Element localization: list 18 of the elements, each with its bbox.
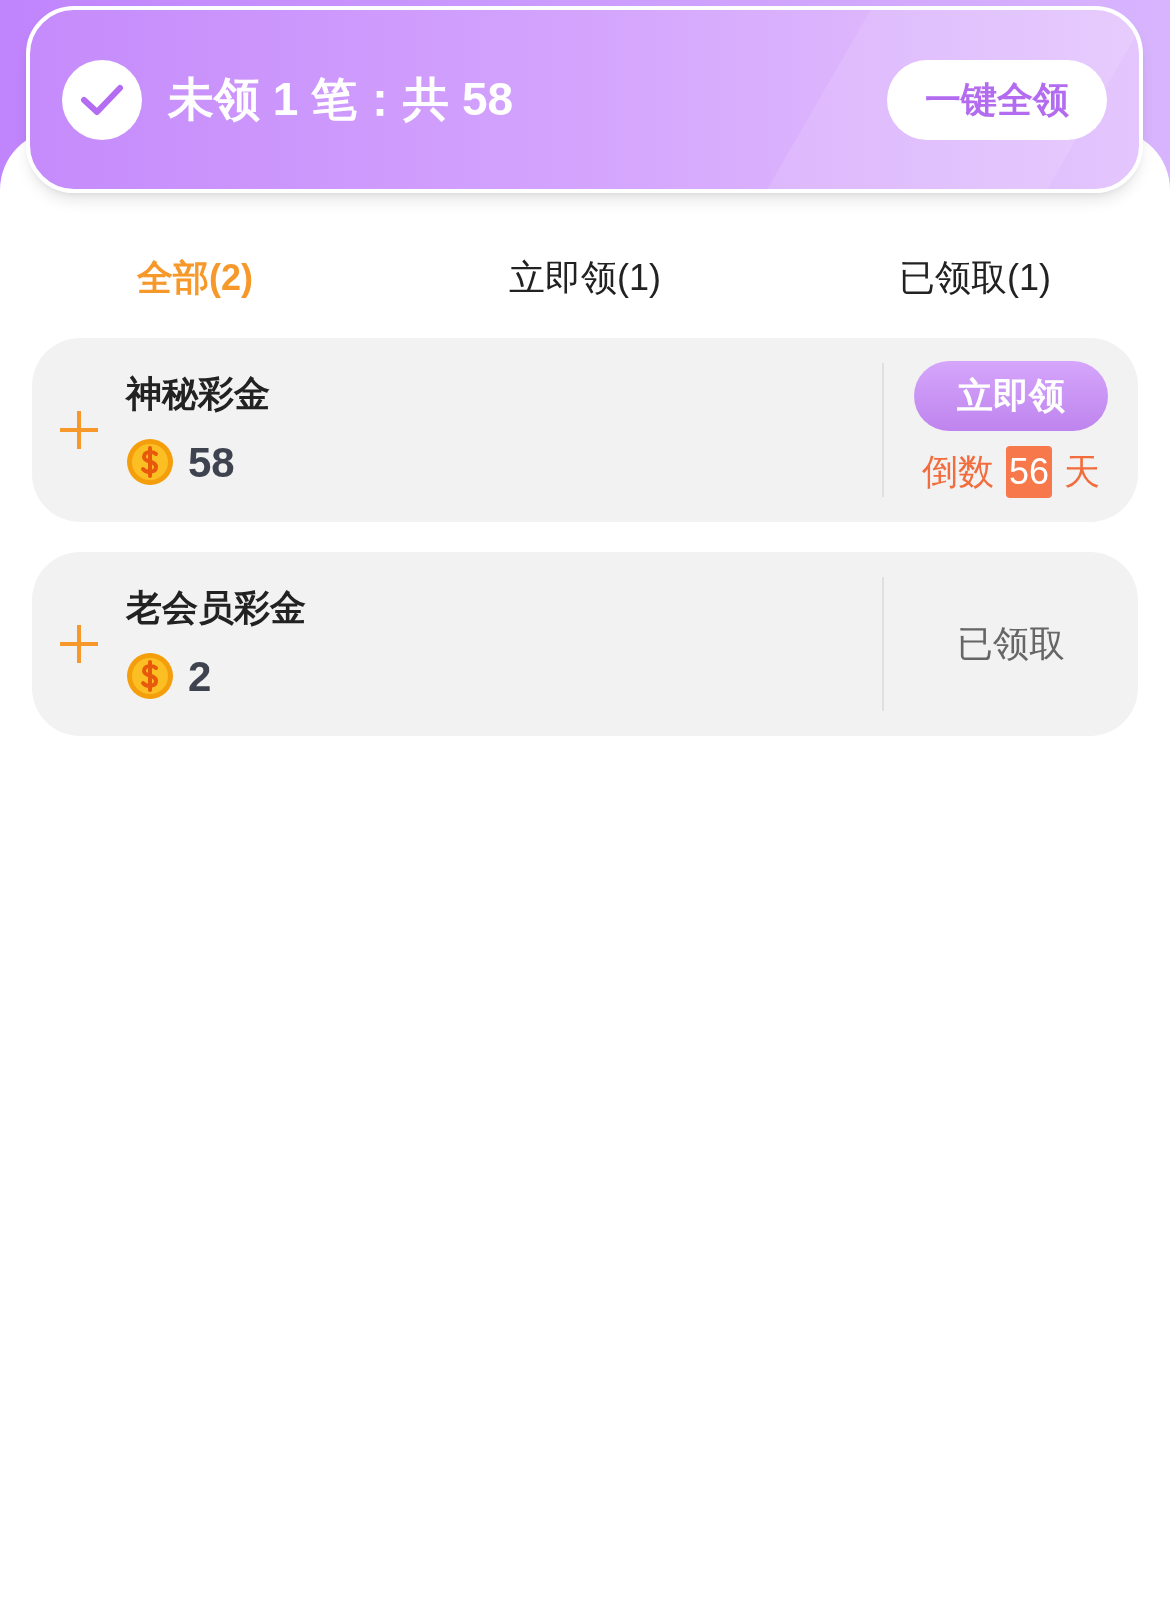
claim-all-button[interactable]: 一键全领 — [887, 59, 1107, 140]
days-badge: 56 — [1005, 446, 1052, 498]
claim-button[interactable]: 立即领 — [914, 361, 1108, 431]
tab[interactable]: 全部(2) — [137, 251, 253, 305]
claimed-status: 已领取 — [957, 622, 1065, 666]
plus-icon — [58, 623, 100, 665]
plus-icon — [58, 409, 100, 451]
tab[interactable]: 立即领(1) — [509, 251, 661, 305]
reward-amount: 58 — [188, 437, 235, 488]
reward-title: 老会员彩金 — [126, 585, 306, 630]
coin-icon — [126, 652, 174, 700]
tab[interactable]: 已领取(1) — [899, 251, 1051, 305]
countdown-label: 倒数 — [921, 450, 994, 494]
summary-text: 未领 1 笔：共 58 — [168, 72, 514, 127]
coin-icon — [126, 438, 174, 486]
reward-title: 神秘彩金 — [126, 371, 270, 416]
days-unit: 天 — [1064, 450, 1100, 494]
reward-amount: 2 — [188, 651, 212, 702]
